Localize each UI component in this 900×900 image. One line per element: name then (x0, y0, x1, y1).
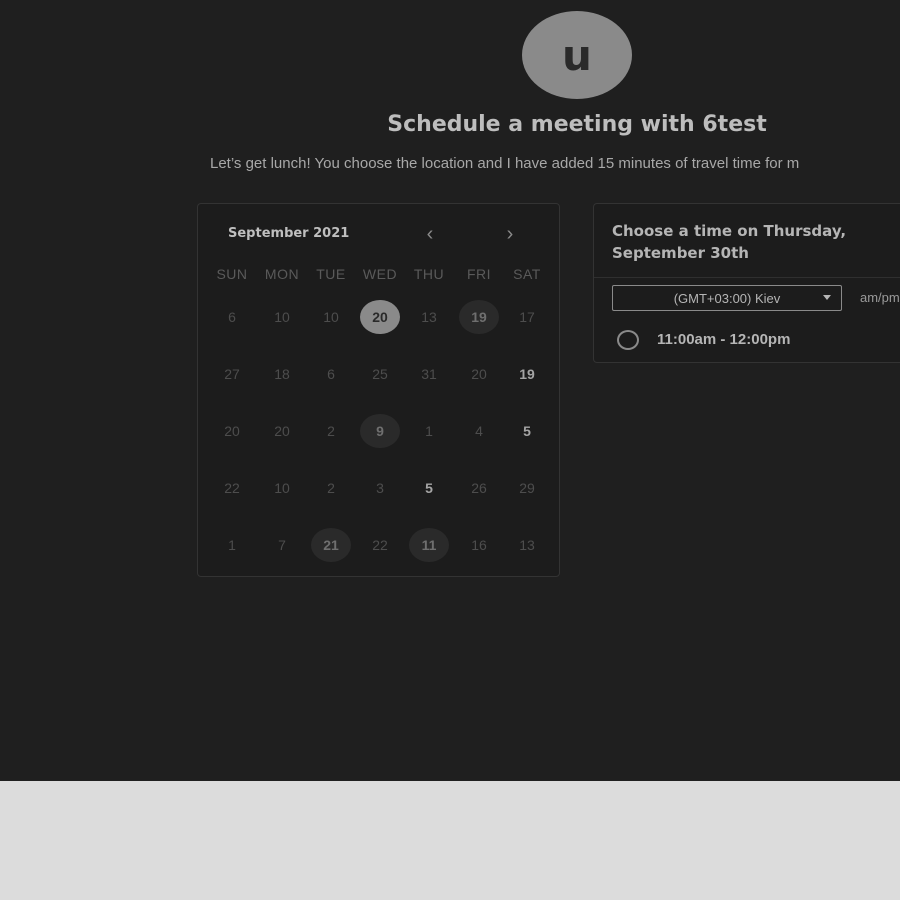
calendar-day: 20 (274, 423, 290, 439)
calendar-day: 16 (471, 537, 487, 553)
calendar-day: 4 (475, 423, 483, 439)
calendar-day: 31 (421, 366, 437, 382)
weekday-mon: MON (264, 266, 300, 282)
time-panel-title: Choose a time on Thursday, September 30t… (612, 222, 847, 262)
calendar-day: 2 (327, 480, 335, 496)
calendar-day: 17 (519, 309, 535, 325)
calendar-day[interactable]: 21 (311, 528, 351, 562)
avatar-initial: u (562, 30, 592, 80)
calendar-month-label: September 2021 (228, 226, 350, 241)
calendar-day: 10 (323, 309, 339, 325)
calendar-day[interactable]: 19 (507, 357, 547, 391)
calendar-day: 3 (376, 480, 384, 496)
calendar-day: 10 (274, 480, 290, 496)
booking-page: u Schedule a meeting with 6test Let’s ge… (0, 0, 900, 781)
weekday-fri: FRI (466, 266, 492, 282)
calendar-day: 26 (471, 480, 487, 496)
calendar-day: 2 (327, 423, 335, 439)
calendar-day: 22 (372, 537, 388, 553)
calendar-day: 29 (519, 480, 535, 496)
timezone-select[interactable]: (GMT+03:00) Kiev (612, 285, 842, 311)
calendar-day[interactable]: 5 (507, 414, 547, 448)
calendar-day: 6 (327, 366, 335, 382)
calendar-day: 22 (224, 480, 240, 496)
avatar: u (522, 11, 632, 99)
calendar-day: 20 (224, 423, 240, 439)
time-slot-radio[interactable] (617, 330, 639, 350)
calendar-day: 6 (228, 309, 236, 325)
caret-down-icon (823, 295, 831, 300)
calendar-day: 18 (274, 366, 290, 382)
calendar-day[interactable]: 19 (459, 300, 499, 334)
weekday-tue: TUE (316, 266, 346, 282)
calendar-day: 20 (471, 366, 487, 382)
calendar-day[interactable]: 9 (360, 414, 400, 448)
time-format-toggle[interactable]: am/pm (860, 290, 900, 305)
weekday-sun: SUN (216, 266, 248, 282)
timezone-value: (GMT+03:00) Kiev (673, 290, 781, 306)
divider (594, 277, 900, 278)
time-slot-label[interactable]: 11:00am - 12:00pm (657, 331, 790, 348)
meeting-description: Let’s get lunch! You choose the location… (210, 155, 800, 172)
calendar-day: 10 (274, 309, 290, 325)
calendar-day: 1 (425, 423, 433, 439)
chevron-left-icon[interactable]: ‹ (418, 222, 442, 246)
calendar-day-selected[interactable]: 20 (360, 300, 400, 334)
page-title: Schedule a meeting with 6test (387, 112, 767, 137)
calendar-day: 7 (278, 537, 286, 553)
weekday-sat: SAT (513, 266, 541, 282)
calendar-day[interactable]: 11 (409, 528, 449, 562)
chevron-right-icon[interactable]: › (498, 222, 522, 246)
weekday-wed: WED (362, 266, 398, 282)
weekday-thu: THU (413, 266, 445, 282)
calendar-day: 13 (421, 309, 437, 325)
calendar-day: 25 (372, 366, 388, 382)
calendar-day: 27 (224, 366, 240, 382)
calendar: September 2021 ‹ › SUN MON TUE WED THU FRI SAT… (197, 203, 560, 577)
time-panel: Choose a time on Thursday, September 30t… (593, 203, 900, 363)
calendar-day: 1 (228, 537, 236, 553)
calendar-day: 13 (519, 537, 535, 553)
calendar-day[interactable]: 5 (409, 471, 449, 505)
